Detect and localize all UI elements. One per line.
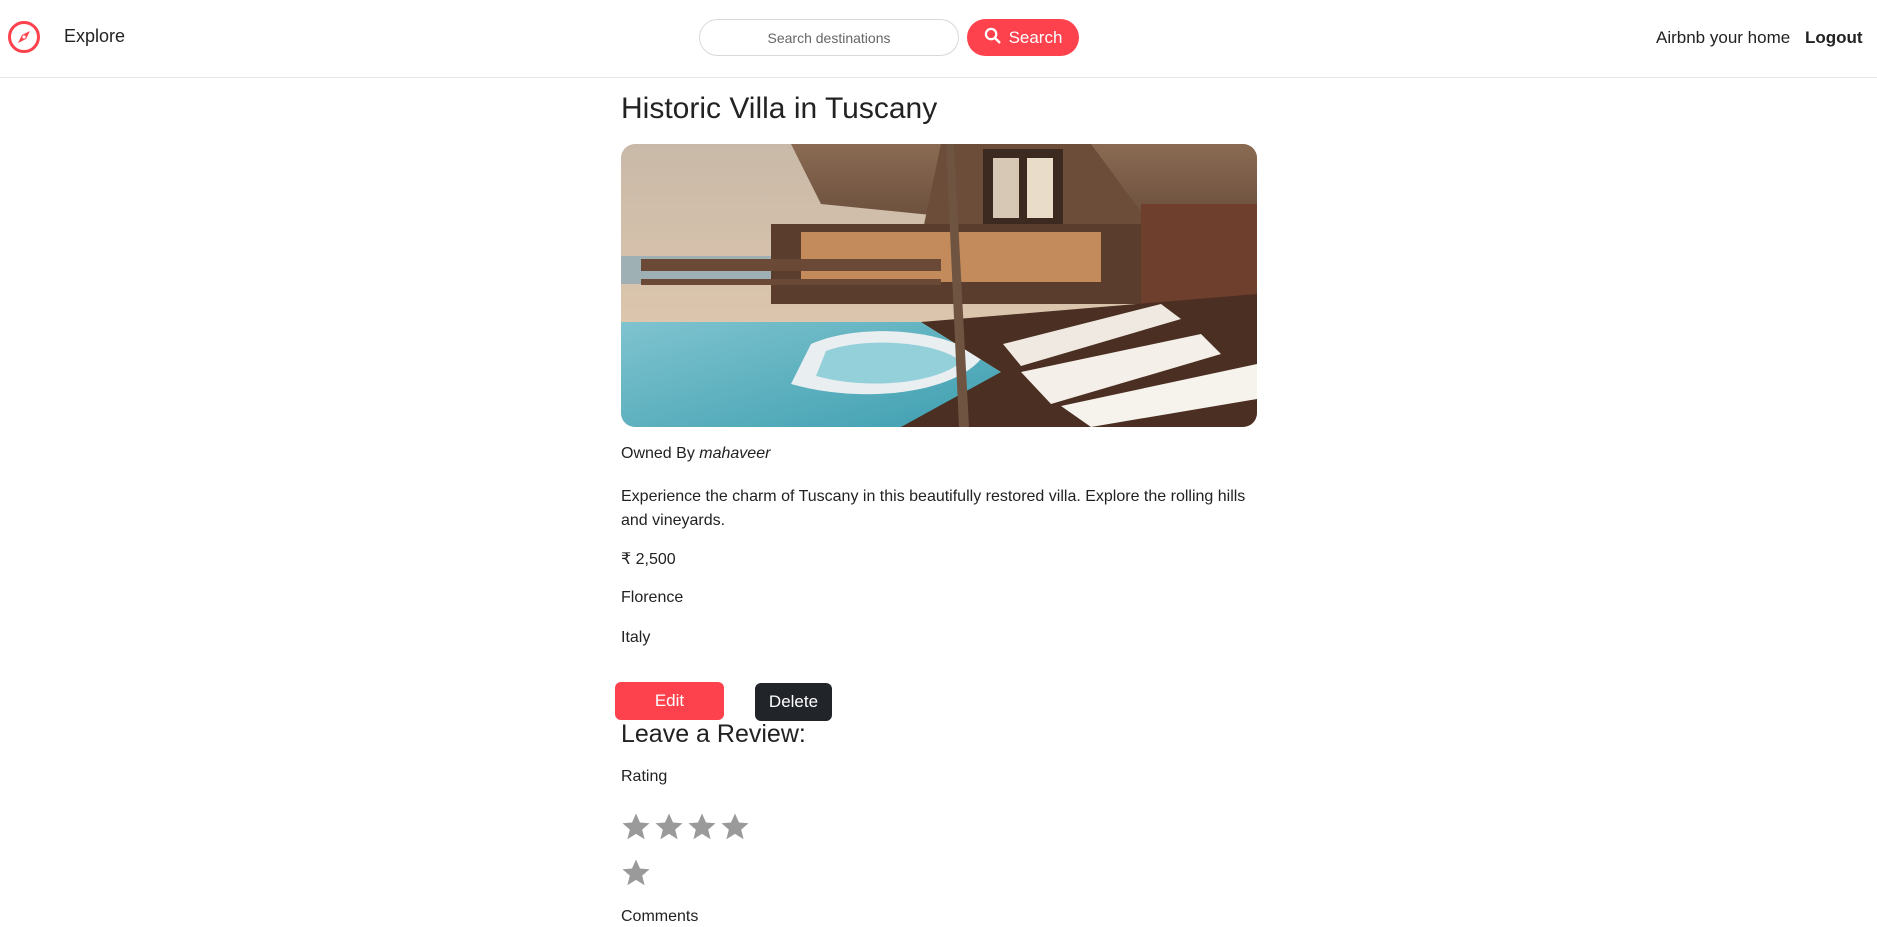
search-button-label: Search xyxy=(1008,27,1063,47)
comments-label: Comments xyxy=(621,908,699,925)
listing-country: Italy xyxy=(621,629,651,646)
delete-button[interactable]: Delete xyxy=(755,683,832,721)
listing-description: Experience the charm of Tuscany in this … xyxy=(621,488,1246,529)
owner-name: mahaveer xyxy=(699,445,771,462)
search-input[interactable] xyxy=(699,19,959,56)
nav-logout-link[interactable]: Logout xyxy=(1805,28,1863,48)
listing-price: ₹ 2,500 xyxy=(621,551,676,568)
owner-prefix: Owned By xyxy=(621,445,695,462)
star-icon[interactable] xyxy=(621,812,651,842)
compass-icon[interactable] xyxy=(7,20,41,54)
search-icon xyxy=(984,27,1001,49)
nav-host-link[interactable]: Airbnb your home xyxy=(1656,28,1790,48)
search-button[interactable]: Search xyxy=(967,19,1079,56)
listing-location: Florence xyxy=(621,589,684,606)
nav-explore-link[interactable]: Explore xyxy=(64,26,125,47)
star-icon[interactable] xyxy=(621,858,651,888)
listing-image xyxy=(621,144,1257,427)
review-heading: Leave a Review: xyxy=(621,720,806,748)
listing-owner: Owned By mahaveer xyxy=(621,445,770,463)
navbar: Explore Search Airbnb your home Logout xyxy=(0,0,1877,78)
star-icon[interactable] xyxy=(720,812,750,842)
star-icon[interactable] xyxy=(654,812,684,842)
listing-title: Historic Villa in Tuscany xyxy=(621,92,938,125)
edit-button[interactable]: Edit xyxy=(615,682,724,720)
star-icon[interactable] xyxy=(687,812,717,842)
rating-label: Rating xyxy=(621,768,668,785)
